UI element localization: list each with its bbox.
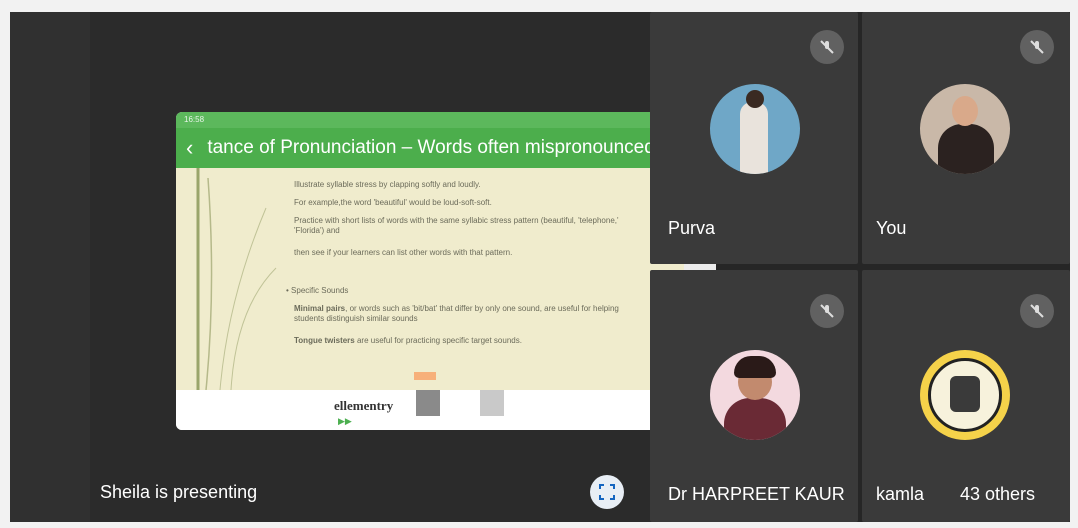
avatar-harpreet bbox=[710, 350, 800, 440]
avatar-kamla-emblem bbox=[920, 350, 1010, 440]
others-count[interactable]: 43 others bbox=[960, 484, 1035, 505]
participant-name-you: You bbox=[876, 218, 907, 238]
slide-line-4: then see if your learners can list other… bbox=[294, 248, 513, 257]
presenter-label: Sheila is presenting bbox=[100, 482, 258, 502]
thumbnail-1[interactable] bbox=[416, 390, 440, 416]
fullscreen-button[interactable] bbox=[590, 475, 624, 509]
participant-tile-harpreet[interactable]: Dr HARPREET KAUR bbox=[650, 270, 858, 522]
file-title: tance of Pronunciation – Words often mis… bbox=[207, 137, 696, 158]
participant-tile-you[interactable]: You bbox=[862, 12, 1070, 264]
thumbnail-2[interactable] bbox=[480, 390, 504, 416]
slide-line-3: Practice with short lists of words with … bbox=[294, 216, 619, 235]
grass-decoration bbox=[196, 168, 277, 390]
mic-off-icon bbox=[810, 294, 844, 328]
mic-off-icon bbox=[810, 30, 844, 64]
slide-line-2: For example,the word 'beautiful' would b… bbox=[294, 198, 492, 207]
avatar-you bbox=[920, 84, 1010, 174]
mic-off-icon bbox=[1020, 30, 1054, 64]
slide-content: Illustrate syllable stress by clapping s… bbox=[176, 168, 684, 430]
slide-paragraph-2: Tongue twisters are useful for practicin… bbox=[294, 336, 522, 345]
mic-off-icon bbox=[1020, 294, 1054, 328]
meeting-window: 16:58 ‹ tance of Pronunciation – Words o… bbox=[10, 12, 1070, 522]
brand-logo: ellementry bbox=[334, 398, 394, 413]
avatar-purva bbox=[710, 84, 800, 174]
play-icon: ▶▶ bbox=[338, 416, 352, 426]
status-time: 16:58 bbox=[184, 115, 205, 124]
slide-paragraph-1: Minimal pairs, or words such as 'bit/bat… bbox=[294, 304, 619, 323]
left-edge-panel bbox=[10, 12, 90, 522]
file-title-bar: ‹ tance of Pronunciation – Words often m… bbox=[176, 128, 716, 168]
thumbnail-marker bbox=[414, 372, 436, 380]
participant-name-harpreet: Dr HARPREET KAUR bbox=[668, 484, 845, 504]
slide-line-1: Illustrate syllable stress by clapping s… bbox=[294, 180, 481, 189]
participant-name-purva: Purva bbox=[668, 218, 716, 238]
participant-name-kamla: kamla bbox=[876, 484, 925, 504]
fullscreen-icon bbox=[599, 484, 615, 500]
section-heading: • Specific Sounds bbox=[286, 286, 349, 295]
participant-tile-kamla[interactable]: kamla 43 others bbox=[862, 270, 1070, 522]
presentation-stage: 16:58 ‹ tance of Pronunciation – Words o… bbox=[90, 12, 716, 522]
back-chevron-icon[interactable]: ‹ bbox=[186, 135, 193, 161]
shared-screen[interactable]: 16:58 ‹ tance of Pronunciation – Words o… bbox=[176, 112, 716, 430]
phone-status-bar: 16:58 bbox=[176, 112, 716, 128]
participant-tile-purva[interactable]: Purva bbox=[650, 12, 858, 264]
slide-thumbnail-strip: ellementry ▶▶ bbox=[176, 372, 716, 430]
